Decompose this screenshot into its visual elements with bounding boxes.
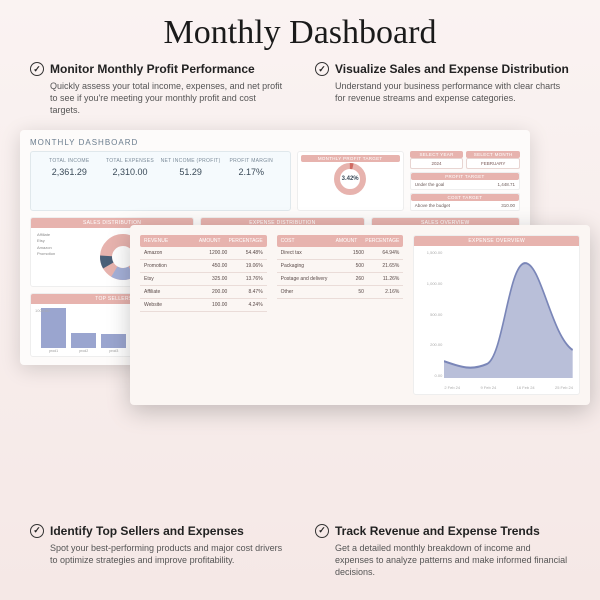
- th: PERCENTAGE: [361, 235, 403, 247]
- donut-value: 3.42%: [342, 176, 359, 182]
- kpi-label: PROFIT MARGIN: [221, 158, 282, 164]
- axis-label: 1000.00: [35, 308, 49, 313]
- axis-label: 16 Feb 24: [517, 385, 535, 390]
- kpi-label: TOTAL INCOME: [39, 158, 100, 164]
- axis-label: 2 Feb 24: [444, 385, 460, 390]
- th: AMOUNT: [192, 235, 225, 247]
- td: 64.94%: [368, 247, 403, 259]
- select-year-header: SELECT YEAR: [410, 151, 464, 158]
- check-icon: ✓: [315, 62, 329, 76]
- dashboard-title: MONTHLY DASHBOARD: [30, 138, 520, 147]
- legend-item: Promotion: [37, 251, 55, 257]
- select-month-header: SELECT MONTH: [466, 151, 520, 158]
- td: 260: [333, 273, 368, 285]
- td: 1500: [333, 247, 368, 259]
- td: Amazon: [140, 247, 196, 259]
- th: AMOUNT: [328, 235, 361, 247]
- th: PERCENTAGE: [225, 235, 267, 247]
- area-chart-icon: [444, 252, 573, 378]
- feature-4-title: Track Revenue and Expense Trends: [335, 524, 540, 538]
- kpi-value: 51.29: [160, 167, 221, 177]
- td: 4.24%: [231, 299, 266, 311]
- pill-header: COST TARGET: [411, 194, 519, 201]
- feature-4: ✓ Track Revenue and Expense Trends Get a …: [315, 524, 570, 578]
- x-axis: 2 Feb 24 9 Feb 24 16 Feb 24 25 Feb 24: [444, 385, 573, 390]
- td: 50: [333, 286, 368, 298]
- th: REVENUE: [140, 235, 192, 247]
- td: Website: [140, 299, 196, 311]
- td: Postage and delivery: [277, 273, 333, 285]
- axis-label: 1,000.00: [416, 281, 442, 286]
- td: 325.00: [196, 273, 231, 285]
- td: 2.16%: [368, 286, 403, 298]
- kpi-value: 2,310.00: [100, 167, 161, 177]
- feature-2: ✓ Visualize Sales and Expense Distributio…: [315, 62, 570, 116]
- axis-label: 1,500.00: [416, 250, 442, 255]
- feature-row-bottom: ✓ Identify Top Sellers and Expenses Spot …: [0, 524, 600, 588]
- feature-row-top: ✓ Monitor Monthly Profit Performance Quic…: [0, 62, 600, 126]
- feature-2-desc: Understand your business performance wit…: [315, 80, 570, 104]
- profit-target-card: MONTHLY PROFIT TARGET 3.42%: [297, 151, 404, 211]
- check-icon: ✓: [30, 62, 44, 76]
- feature-1-title: Monitor Monthly Profit Performance: [50, 62, 255, 76]
- cost-target-pill: COST TARGET Above the budget 310.00: [410, 193, 520, 211]
- kpi-label: TOTAL EXPENSES: [100, 158, 161, 164]
- pill-right: 310.00: [501, 203, 515, 208]
- td: 19.06%: [231, 260, 266, 272]
- td: 1200.00: [196, 247, 231, 259]
- axis-label: 9 Feb 24: [480, 385, 496, 390]
- feature-4-desc: Get a detailed monthly breakdown of inco…: [315, 542, 570, 578]
- td: 200.00: [196, 286, 231, 298]
- page-title: Monthly Dashboard: [0, 0, 600, 62]
- axis-label: 0.00: [416, 373, 442, 378]
- td: 500: [333, 260, 368, 272]
- td: Other: [277, 286, 333, 298]
- td: 11.26%: [368, 273, 403, 285]
- feature-1-desc: Quickly assess your total income, expens…: [30, 80, 285, 116]
- axis-label: 200.00: [416, 342, 442, 347]
- kpi-value: 2.17%: [221, 167, 282, 177]
- axis-label: 25 Feb 24: [555, 385, 573, 390]
- check-icon: ✓: [30, 524, 44, 538]
- td: Packaging: [277, 260, 333, 272]
- kpi-value: 2,361.29: [39, 167, 100, 177]
- profit-target-pill: PROFIT TARGET Under the goal 1,448.71: [410, 172, 520, 190]
- legend: Affiliate Etsy Amazon Promotion: [37, 232, 55, 282]
- td: 21.65%: [368, 260, 403, 272]
- pill-left: Under the goal: [415, 182, 445, 187]
- selector-card: SELECT YEAR2024 SELECT MONTHFEBRUARY PRO…: [410, 151, 520, 211]
- pill-right: 1,448.71: [497, 182, 515, 187]
- revenue-table: REVENUEAMOUNTPERCENTAGE Amazon1200.0054.…: [140, 235, 267, 395]
- expense-overview-panel: EXPENSE OVERVIEW 1,500.00 1,000.00 500.0…: [413, 235, 580, 395]
- y-axis: 1,500.00 1,000.00 500.00 200.00 0.00: [416, 250, 442, 378]
- feature-3-desc: Spot your best-performing products and m…: [30, 542, 285, 566]
- select-year[interactable]: 2024: [410, 158, 464, 169]
- feature-1: ✓ Monitor Monthly Profit Performance Quic…: [30, 62, 285, 116]
- panel-header: EXPENSE OVERVIEW: [414, 236, 579, 246]
- td: Promotion: [140, 260, 196, 272]
- td: Affiliate: [140, 286, 196, 298]
- th: COST: [277, 235, 329, 247]
- kpi-card: TOTAL INCOME 2,361.29 TOTAL EXPENSES 2,310…: [30, 151, 291, 211]
- card-header: MONTHLY PROFIT TARGET: [301, 155, 400, 162]
- feature-2-title: Visualize Sales and Expense Distribution: [335, 62, 569, 76]
- td: 54.48%: [231, 247, 266, 259]
- kpi-label: NET INCOME (PROFIT): [160, 158, 221, 164]
- td: 100.00: [196, 299, 231, 311]
- select-month[interactable]: FEBRUARY: [466, 158, 520, 169]
- check-icon: ✓: [315, 524, 329, 538]
- cost-table: COSTAMOUNTPERCENTAGE Direct tax150064.94…: [277, 235, 404, 395]
- pill-left: Above the budget: [415, 203, 450, 208]
- feature-3-title: Identify Top Sellers and Expenses: [50, 524, 244, 538]
- td: Direct tax: [277, 247, 333, 259]
- td: Etsy: [140, 273, 196, 285]
- axis-label: 500.00: [416, 312, 442, 317]
- pill-header: PROFIT TARGET: [411, 173, 519, 180]
- screenshot-stage: MONTHLY DASHBOARD TOTAL INCOME 2,361.29 T…: [20, 130, 580, 460]
- td: 8.47%: [231, 286, 266, 298]
- td: 13.76%: [231, 273, 266, 285]
- detail-panel: REVENUEAMOUNTPERCENTAGE Amazon1200.0054.…: [130, 225, 590, 405]
- feature-3: ✓ Identify Top Sellers and Expenses Spot …: [30, 524, 285, 578]
- td: 450.00: [196, 260, 231, 272]
